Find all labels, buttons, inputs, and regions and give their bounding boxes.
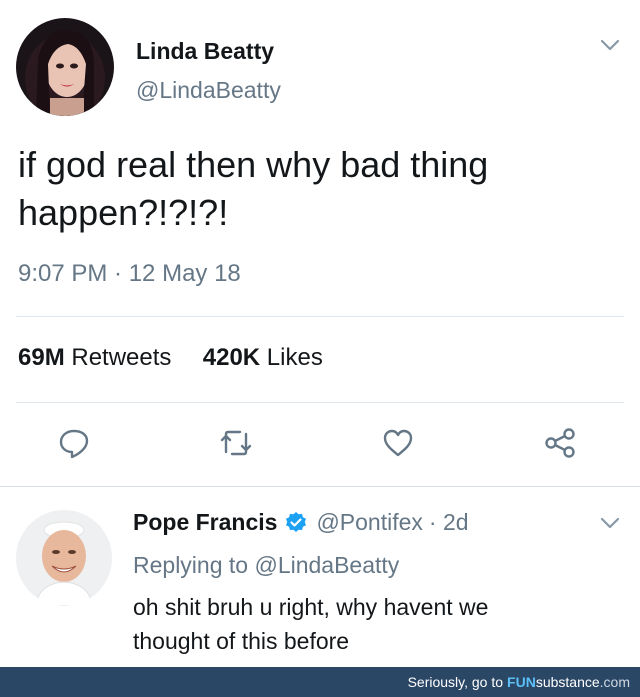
- author-handle[interactable]: @LindaBeatty: [136, 77, 281, 104]
- reply-author-handle[interactable]: @Pontifex: [316, 509, 422, 536]
- section-divider: [0, 486, 640, 487]
- share-button[interactable]: [538, 421, 582, 465]
- likes-count: 420K: [202, 344, 261, 371]
- heart-icon: [383, 429, 413, 457]
- pope-avatar[interactable]: [16, 510, 112, 606]
- tweet-menu-button[interactable]: [598, 36, 622, 54]
- chevron-down-icon: [600, 39, 620, 51]
- footer-brand-com: .com: [599, 674, 630, 690]
- replying-to: Replying to @LindaBeatty: [133, 552, 399, 579]
- reply-age: · 2d: [428, 509, 469, 535]
- share-icon: [545, 428, 575, 458]
- likes-stat[interactable]: 420K Likes: [203, 344, 323, 371]
- tweet-stats: 69M Retweets 420K Likes: [18, 344, 323, 372]
- reply-author-name[interactable]: Pope Francis: [133, 509, 277, 536]
- retweets-count: 69M: [18, 344, 65, 371]
- tweet-timestamp[interactable]: 9:07 PM · 12 May 18: [18, 260, 241, 288]
- author-name[interactable]: Linda Beatty: [136, 38, 274, 65]
- replying-prefix: Replying to: [133, 552, 255, 578]
- replying-to-handle[interactable]: @LindaBeatty: [254, 552, 399, 578]
- retweets-stat[interactable]: 69M Retweets: [18, 344, 178, 371]
- likes-label: Likes: [266, 344, 323, 371]
- reply-button[interactable]: [52, 421, 96, 465]
- footer-prefix: Seriously, go to: [407, 674, 504, 690]
- retweets-label: Retweets: [71, 344, 172, 371]
- reply-menu-button[interactable]: [598, 514, 622, 532]
- retweet-icon: [220, 430, 252, 456]
- footer-brand-substance: substance: [535, 674, 600, 690]
- reply-header: Pope Francis @Pontifex · 2d: [133, 509, 469, 536]
- tweet-text-line-1: if god real then why bad thing: [18, 144, 489, 185]
- reply-text-line-1: oh shit bruh u right, why havent we: [133, 594, 489, 620]
- reply-text-line-2: thought of this before: [133, 628, 350, 654]
- divider: [16, 316, 624, 317]
- reply-icon: [59, 429, 89, 459]
- divider: [16, 402, 624, 403]
- like-button[interactable]: [376, 421, 420, 465]
- tweet-text-line-2: happen?!?!?!: [18, 192, 229, 233]
- watermark-footer: Seriously, go to FUN substance .com: [0, 667, 640, 697]
- retweet-button[interactable]: [214, 421, 258, 465]
- chevron-down-icon: [600, 517, 620, 529]
- verified-badge-icon: [284, 511, 308, 535]
- footer-brand-fun: FUN: [507, 674, 536, 690]
- linda-avatar[interactable]: [16, 18, 114, 116]
